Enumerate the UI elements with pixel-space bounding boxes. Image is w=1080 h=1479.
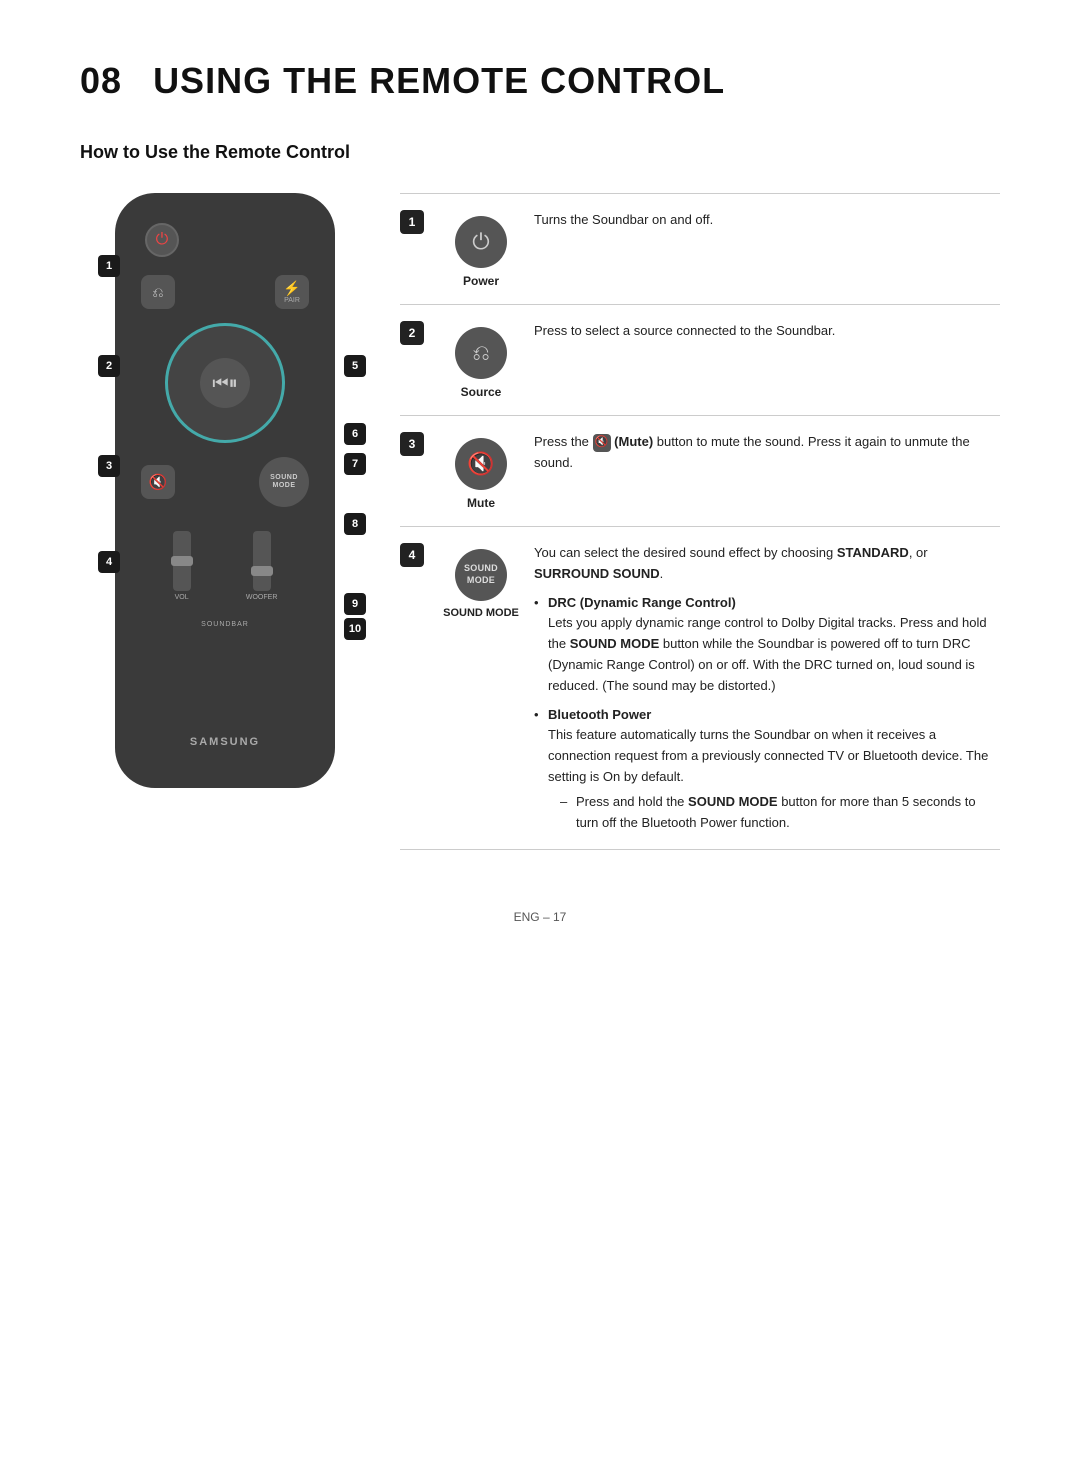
power-icon-circle: ⏻	[455, 216, 507, 268]
remote-top-row: ⏻	[135, 223, 315, 257]
remote-body: ⏻ ⎌ ⚡ PAIR ⏮⏸	[115, 193, 335, 788]
num-badge-2: 2	[400, 321, 424, 345]
table-row-mute: 3 🔇 Mute Press the 🔇 (Mute) button to mu…	[400, 415, 1000, 526]
drc-bullet: DRC (Dynamic Range Control) Lets you app…	[548, 593, 1000, 697]
drc-title-bold: DRC (Dynamic Range Control)	[548, 595, 736, 610]
section-title: How to Use the Remote Control	[80, 142, 1000, 163]
play-pause-icon: ⏮⏸	[212, 373, 237, 394]
vol-slider-thumb	[171, 556, 193, 566]
source-icon-circle: ⎌	[455, 327, 507, 379]
source-icon-col: ⎌ Source	[436, 321, 526, 399]
row-num-1: 1	[400, 210, 436, 288]
footer-text: ENG – 17	[514, 910, 567, 924]
num-badge-4: 4	[400, 543, 424, 567]
dpad-area: ⏮⏸	[135, 323, 315, 443]
remote-mute-row: 🔇 SOUND MODE	[135, 457, 315, 507]
callout-8: 8	[344, 513, 366, 535]
callout-1: 1	[98, 255, 120, 277]
soundmode-bold-2: SOUND MODE	[688, 794, 778, 809]
power-description: Turns the Soundbar on and off.	[526, 210, 1000, 288]
source-button[interactable]: ⎌	[141, 275, 175, 309]
vol-slider[interactable]	[173, 531, 191, 591]
woofer-slider[interactable]	[253, 531, 271, 591]
mute-bold: (Mute)	[614, 434, 653, 449]
callout-7: 7	[344, 453, 366, 475]
num-badge-1: 1	[400, 210, 424, 234]
mute-button[interactable]: 🔇	[141, 465, 175, 499]
table-row-source: 2 ⎌ Source Press to select a source conn…	[400, 304, 1000, 415]
source-desc-text: Press to select a source connected to th…	[534, 323, 835, 338]
woofer-slider-container: WOOFER	[246, 531, 278, 601]
source-description: Press to select a source connected to th…	[526, 321, 1000, 399]
slider-row: VOL WOOFER	[135, 531, 315, 601]
bluetooth-power-title: Bluetooth Power	[548, 707, 651, 722]
table-row-power: 1 ⏻ Power Turns the Soundbar on and off.	[400, 193, 1000, 304]
chapter-number: 08	[80, 60, 122, 101]
dpad-center-button[interactable]: ⏮⏸	[200, 358, 250, 408]
mute-icon-col: 🔇 Mute	[436, 432, 526, 510]
mute-inline-icon: 🔇	[593, 434, 611, 452]
callout-4: 4	[98, 551, 120, 573]
remote-source-row: ⎌ ⚡ PAIR	[135, 275, 315, 309]
row-num-2: 2	[400, 321, 436, 399]
bluetooth-icon: ⚡	[283, 280, 300, 297]
content-area: 1 2 3 4 5 6 7 8 9 10 ⏻ ⎌	[80, 193, 1000, 850]
soundmode-icon-circle: SOUND MODE	[455, 549, 507, 601]
soundmode-description: You can select the desired sound effect …	[526, 543, 1000, 833]
mute-icon-circle: 🔇	[455, 438, 507, 490]
callout-5: 5	[344, 355, 366, 377]
callout-3: 3	[98, 455, 120, 477]
page-title: 08 USING THE REMOTE CONTROL	[80, 60, 1000, 102]
button-table: 1 ⏻ Power Turns the Soundbar on and off.…	[400, 193, 1000, 850]
power-icon: ⏻	[156, 231, 169, 249]
soundmode-icon-label: SOUND MODE	[443, 607, 519, 619]
woofer-slider-thumb	[251, 566, 273, 576]
soundmode-circle-text-1: SOUND	[464, 563, 498, 575]
soundmode-button[interactable]: SOUND MODE	[259, 457, 309, 507]
power-button[interactable]: ⏻	[145, 223, 179, 257]
pair-label: PAIR	[284, 297, 300, 304]
num-badge-3: 3	[400, 432, 424, 456]
vol-slider-container: VOL	[173, 531, 191, 601]
chapter-title: USING THE REMOTE CONTROL	[153, 60, 725, 101]
remote-control-diagram: 1 2 3 4 5 6 7 8 9 10 ⏻ ⎌	[80, 193, 370, 788]
soundmode-icon-col: SOUND MODE SOUND MODE	[436, 543, 526, 833]
row-num-3: 3	[400, 432, 436, 510]
table-row-soundmode: 4 SOUND MODE SOUND MODE You can select t…	[400, 526, 1000, 850]
bluetooth-power-bullet: Bluetooth Power This feature automatical…	[548, 705, 1000, 834]
row-num-4: 4	[400, 543, 436, 833]
mute-icon: 🔇	[149, 473, 168, 491]
soundmode-text-2: MODE	[273, 482, 296, 490]
source-icon: ⎌	[152, 284, 163, 301]
power-desc-text: Turns the Soundbar on and off.	[534, 212, 713, 227]
power-circle-icon: ⏻	[472, 229, 489, 255]
soundmode-bold-1: SOUND MODE	[570, 636, 660, 651]
power-icon-label: Power	[463, 274, 499, 288]
callout-10: 10	[344, 618, 366, 640]
mute-icon-label: Mute	[467, 496, 495, 510]
bluetooth-button[interactable]: ⚡ PAIR	[275, 275, 309, 309]
woofer-label: WOOFER	[246, 594, 278, 601]
soundmode-circle-text-2: MODE	[467, 575, 495, 587]
source-circle-icon: ⎌	[472, 340, 490, 366]
callout-2: 2	[98, 355, 120, 377]
soundmode-text-1: SOUND	[270, 474, 298, 482]
soundbar-label: SOUNDBAR	[201, 621, 249, 628]
vol-label: VOL	[175, 594, 189, 601]
page-footer: ENG – 17	[80, 910, 1000, 924]
mute-circle-icon: 🔇	[467, 451, 494, 477]
callout-9: 9	[344, 593, 366, 615]
mute-description: Press the 🔇 (Mute) button to mute the so…	[526, 432, 1000, 510]
surround-bold: SURROUND SOUND	[534, 566, 660, 581]
soundmode-dash-item: Press and hold the SOUND MODE button for…	[576, 792, 1000, 834]
callout-6: 6	[344, 423, 366, 445]
dpad-ring[interactable]: ⏮⏸	[165, 323, 285, 443]
source-icon-label: Source	[461, 385, 502, 399]
power-icon-col: ⏻ Power	[436, 210, 526, 288]
standard-bold: STANDARD	[837, 545, 909, 560]
samsung-brand-label: SAMSUNG	[190, 736, 260, 748]
